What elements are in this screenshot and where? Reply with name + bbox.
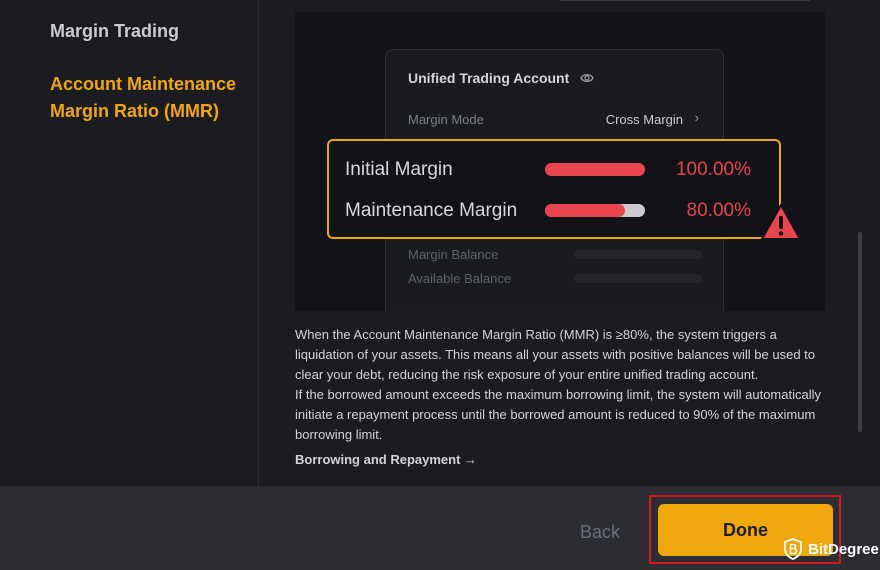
chevron-right-icon: › — [694, 110, 699, 125]
scrollbar[interactable] — [858, 232, 862, 432]
initial-margin-value: 100.00% — [675, 159, 751, 180]
watermark-text: BitDegree — [808, 540, 879, 558]
bitdegree-logo-icon — [784, 538, 802, 560]
margin-callout: Initial Margin 100.00% Maintenance Margi… — [327, 139, 781, 239]
margin-mode-value: Cross Margin — [605, 112, 683, 127]
maintenance-margin-bar-fill — [545, 204, 625, 217]
maintenance-margin-bar — [545, 204, 645, 217]
available-balance-label: Available Balance — [408, 271, 512, 286]
back-button[interactable]: Back — [580, 522, 620, 543]
initial-margin-bar — [545, 163, 645, 176]
available-balance-placeholder — [574, 274, 702, 283]
initial-margin-bar-fill — [545, 163, 645, 176]
margin-balance-placeholder — [574, 250, 702, 259]
mmr-description: When the Account Maintenance Margin Rati… — [295, 325, 825, 445]
margin-mode-label: Margin Mode — [408, 112, 484, 127]
maintenance-margin-value: 80.00% — [686, 200, 751, 221]
footer: Back Done BitDegree — [0, 486, 880, 570]
top-divider-right — [800, 0, 810, 1]
description-paragraph: If the borrowed amount exceeds the maxim… — [295, 387, 821, 442]
sidebar-item-mmr[interactable]: Account Maintenance Margin Ratio (MMR) — [50, 71, 250, 125]
bitdegree-watermark: BitDegree — [783, 538, 879, 560]
sidebar: Margin Trading Account Maintenance Margi… — [0, 0, 259, 486]
warning-icon — [761, 204, 801, 240]
description-paragraph: When the Account Maintenance Margin Rati… — [295, 327, 816, 382]
eye-icon — [580, 73, 594, 83]
sidebar-item-margin-trading[interactable]: Margin Trading — [50, 18, 179, 45]
top-divider — [560, 0, 810, 1]
card-title: Unified Trading Account — [408, 70, 570, 86]
borrowing-repayment-link[interactable]: Borrowing and Repayment → — [295, 452, 477, 467]
margin-balance-label: Margin Balance — [408, 247, 499, 262]
maintenance-margin-label: Maintenance Margin — [345, 200, 518, 221]
initial-margin-label: Initial Margin — [345, 159, 453, 180]
